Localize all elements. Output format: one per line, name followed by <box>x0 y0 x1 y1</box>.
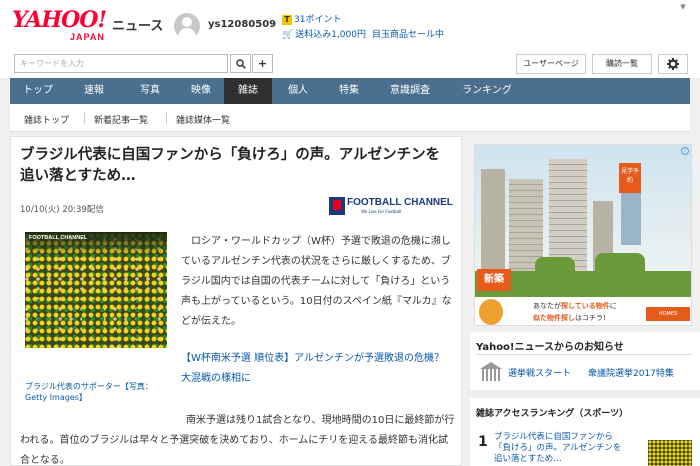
subscription-button[interactable]: 購読一覧 <box>592 54 652 74</box>
search-icon <box>235 59 246 69</box>
parliament-icon <box>480 362 502 382</box>
search-input[interactable]: キーワードを入力 <box>14 54 228 73</box>
ad-line1-post: に <box>609 302 617 310</box>
nav-item-breaking[interactable]: 速報 <box>66 78 122 104</box>
subnav-item-magazine-top[interactable]: 雑誌トップ <box>24 113 69 126</box>
search-button[interactable] <box>230 54 251 73</box>
publisher-tagline: We Live For Football <box>361 209 402 214</box>
ad-tree <box>595 253 645 277</box>
ad-line2: 似た物件探しはコチラ! <box>533 313 606 323</box>
subnav-divider <box>166 112 167 124</box>
ranking-thumbnail[interactable] <box>648 440 692 466</box>
nav-item-video[interactable]: 映像 <box>178 78 224 104</box>
parliament-roof <box>480 362 502 369</box>
article-date: 10/10(火) 20:39配信 <box>20 205 104 215</box>
nav-item-magazine[interactable]: 雑誌 <box>224 78 272 104</box>
section-title[interactable]: ニュース <box>112 15 163 34</box>
sale-text: 目玉商品セール中 <box>371 30 444 40</box>
t-point-icon: T <box>282 15 292 25</box>
ad-visit-badge: 見学予約 <box>619 163 641 193</box>
ad-new-badge: 新築 <box>477 269 511 291</box>
avatar[interactable] <box>174 13 200 39</box>
ad-brand-logo: HOMES <box>646 307 690 321</box>
publisher-logo[interactable]: FOOTBALL CHANNEL We Live For Football <box>329 195 455 217</box>
ranking-box: 雑誌アクセスランキング（スポーツ） 1 ブラジル代表に自国ファンから「負けろ」の… <box>470 398 700 466</box>
divider <box>476 354 692 355</box>
gear-icon <box>667 58 679 70</box>
points-text: 31ポイント <box>294 15 342 25</box>
nav-item-ranking[interactable]: ランキング <box>446 78 528 104</box>
parliament-body <box>482 369 500 381</box>
nav-item-top[interactable]: トップ <box>10 78 66 104</box>
sub-nav: 雑誌トップ 新着記事一覧 雑誌媒体一覧 <box>10 104 690 132</box>
ad-tree <box>535 257 575 277</box>
nav-item-feature[interactable]: 特集 <box>324 78 374 104</box>
notice-title: Yahoo!ニュースからのお知らせ <box>476 342 624 353</box>
nav-item-survey[interactable]: 意識調査 <box>374 78 446 104</box>
bell-icon[interactable]: ▾ <box>676 0 690 14</box>
notice-link-election[interactable]: 選挙戦スタート <box>508 366 571 379</box>
ranking-item-link[interactable]: ブラジル代表に自国ファンから「負けろ」の声。アルゼンチンを追い落とすため… <box>494 432 628 465</box>
subnav-divider <box>84 112 85 124</box>
cart-icon: 🛒 <box>282 30 294 40</box>
nav-item-photo[interactable]: 写真 <box>122 78 178 104</box>
settings-button[interactable] <box>658 54 688 74</box>
shipping-text: 送料込み1,000円 <box>295 30 366 40</box>
subnav-item-new-articles[interactable]: 新着記事一覧 <box>94 113 148 126</box>
nav-item-individual[interactable]: 個人 <box>272 78 324 104</box>
logo-text: YAHOO! <box>12 7 107 33</box>
ad-line1-pre: あなたが <box>533 302 561 310</box>
ranking-number: 1 <box>478 434 488 450</box>
mascot-icon <box>479 299 503 325</box>
top-bar: YAHOO! JAPAN ニュース ys12080509 T 31ポイント 🛒 送料… <box>0 0 700 50</box>
ad-line1: あなたが探している物件に <box>533 301 617 311</box>
article-paragraph: 南米予選は残り1試合となり、現地時間の10日に最終節が行われる。首位のブラジルは… <box>20 415 455 466</box>
photo-caption[interactable]: ブラジル代表のサポーター【写真：Getty Images】 <box>25 381 167 403</box>
add-button[interactable]: + <box>252 54 273 73</box>
user-page-button[interactable]: ユーザーページ <box>516 54 586 74</box>
ad-line1-em: 探している物件 <box>561 302 610 310</box>
points-link[interactable]: T 31ポイント <box>282 12 341 25</box>
ranking-title: 雑誌アクセスランキング（スポーツ） <box>476 409 629 419</box>
logo-sub: JAPAN <box>70 32 105 42</box>
publisher-logo-text: FOOTBALL CHANNEL <box>347 197 453 208</box>
article-panel: ブラジル代表に自国ファンから「負けろ」の声。アルゼンチンを追い落とすため… 10… <box>10 136 462 466</box>
shopping-promo[interactable]: 🛒 送料込み1,000円 目玉商品セール中 <box>282 27 444 40</box>
thumbnail-image <box>648 440 692 466</box>
related-article-link[interactable]: 【W杯南米予選 順位表】アルゼンチンが予選敗退の危機？ 大混戦の様相に <box>181 349 456 389</box>
ad-line2-post: はコチラ! <box>575 314 606 322</box>
football-channel-icon <box>329 197 345 215</box>
username[interactable]: ys12080509 <box>208 19 276 30</box>
ad-building <box>481 169 505 279</box>
subnav-item-magazine-list[interactable]: 雑誌媒体一覧 <box>176 113 230 126</box>
real-estate-ad[interactable]: 新築 見学予約 i あなたが探している物件に 似た物件探しはコチラ! HOMES <box>474 144 692 326</box>
ad-footer: あなたが探している物件に 似た物件探しはコチラ! HOMES <box>475 297 691 325</box>
ad-line2-em: 似た物件探し <box>533 314 575 322</box>
notice-link-election-special[interactable]: 衆議院選挙2017特集 <box>588 366 674 379</box>
yahoo-japan-logo[interactable]: YAHOO! JAPAN <box>12 9 112 43</box>
notice-box: Yahoo!ニュースからのお知らせ 選挙戦スタート 衆議院選挙2017特集 <box>470 332 700 390</box>
search-row: キーワードを入力 + ユーザーページ 購読一覧 <box>0 50 700 78</box>
info-icon[interactable]: i <box>681 147 689 155</box>
article-photo[interactable]: FOOTBALL CHANNEL <box>25 232 167 348</box>
sidebar: 新築 見学予約 i あなたが探している物件に 似た物件探しはコチラ! HOMES… <box>470 136 700 466</box>
article-paragraph: ロシア・ワールドカップ（W杯）予選で敗退の危機に瀕しているアルゼンチン代表の状況… <box>181 236 452 327</box>
photo-watermark: FOOTBALL CHANNEL <box>29 235 88 241</box>
main-nav: トップ 速報 写真 映像 雑誌 個人 特集 意識調査 ランキング <box>10 78 690 104</box>
article-title: ブラジル代表に自国ファンから「負けろ」の声。アルゼンチンを追い落とすため… <box>20 147 441 184</box>
